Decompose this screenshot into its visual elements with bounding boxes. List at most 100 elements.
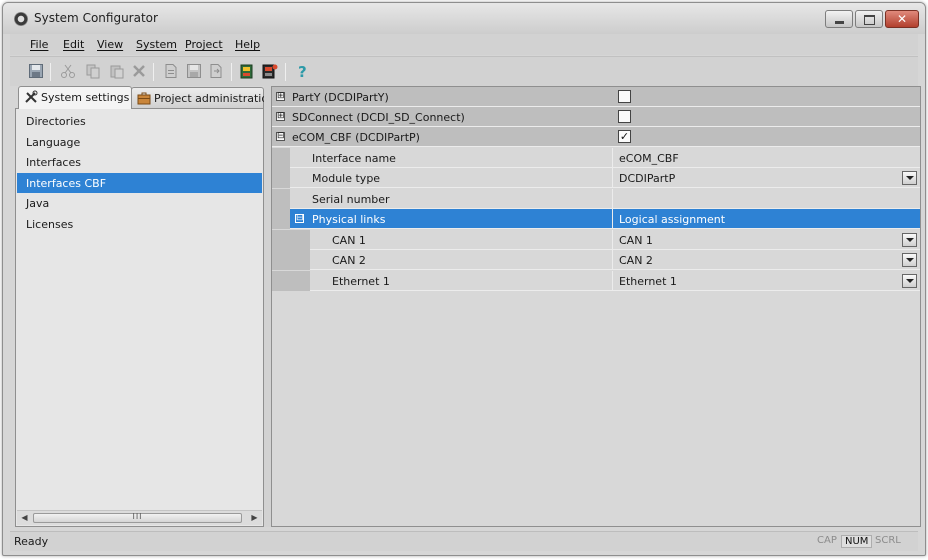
property-label: CAN 1 — [332, 234, 366, 247]
menu-edit[interactable]: Edit — [63, 38, 84, 51]
property-label: Serial number — [312, 193, 390, 206]
collapse-icon[interactable]: ⊟ — [295, 214, 304, 223]
scrollbar-grip: III — [132, 512, 143, 521]
status-bar: Ready CAP NUM SCRL — [10, 531, 918, 551]
can-1-value[interactable]: CAN 1 — [612, 230, 920, 250]
interface-name-value[interactable]: eCOM_CBF — [612, 148, 920, 168]
app-window: System Configurator ✕ File Edit View Sys… — [2, 2, 926, 556]
import-icon[interactable] — [240, 63, 256, 79]
minimize-button[interactable] — [825, 10, 853, 28]
paste-icon[interactable] — [109, 63, 125, 79]
list-item-language[interactable]: Language — [17, 132, 262, 152]
caps-lock-indicator: CAP — [817, 535, 837, 546]
chevron-down-icon[interactable] — [902, 253, 917, 267]
physical-links-value: Logical assignment — [612, 209, 920, 229]
toolbar-separator — [153, 63, 154, 81]
grid-row-can-2[interactable]: CAN 2 CAN 2 — [272, 250, 920, 270]
scrollbar-thumb[interactable]: III — [33, 512, 242, 523]
serial-number-value[interactable] — [612, 189, 920, 209]
grid-row-sdconnect[interactable]: ⊞ SDConnect (DCDI_SD_Connect) — [272, 107, 920, 127]
can-2-value[interactable]: CAN 2 — [612, 250, 920, 270]
row-indent — [290, 230, 310, 250]
module-type-value[interactable]: DCDIPartP — [612, 168, 920, 188]
cut-icon[interactable] — [60, 63, 76, 79]
close-button[interactable]: ✕ — [885, 10, 919, 28]
row-gutter — [272, 168, 290, 188]
briefcase-icon — [137, 91, 151, 105]
horizontal-scrollbar[interactable]: ◀ III ▶ — [17, 510, 262, 525]
collapse-icon[interactable]: ⊟ — [276, 132, 285, 141]
settings-list: Directories Language Interfaces Interfac… — [15, 108, 264, 527]
property-grid: ⊞ PartY (DCDIPartY) ⊞ SDConnect (DCDI_SD… — [271, 86, 921, 527]
chevron-down-icon[interactable] — [902, 274, 917, 288]
ecom-cbf-checkbox[interactable]: ✓ — [618, 130, 631, 143]
list-item-java[interactable]: Java — [17, 193, 262, 213]
row-gutter — [272, 189, 290, 209]
new-icon[interactable] — [163, 63, 179, 79]
list-item-licenses[interactable]: Licenses — [17, 214, 262, 234]
expand-icon[interactable]: ⊞ — [276, 92, 285, 101]
row-label: eCOM_CBF (DCDIPartP) — [292, 131, 420, 144]
list-item-interfaces-cbf[interactable]: Interfaces CBF — [17, 173, 262, 193]
party-checkbox[interactable] — [618, 90, 631, 103]
menu-help[interactable]: Help — [235, 38, 260, 51]
panel-splitter[interactable] — [264, 86, 271, 527]
grid-row-ethernet-1[interactable]: Ethernet 1 Ethernet 1 — [272, 271, 920, 291]
tab-system-settings[interactable]: System settings — [18, 86, 132, 109]
scroll-lock-indicator: SCRL — [875, 535, 901, 546]
sdconnect-checkbox[interactable] — [618, 110, 631, 123]
list-item-directories[interactable]: Directories — [17, 111, 262, 131]
app-gear-icon — [14, 12, 28, 26]
property-label: Physical links — [312, 213, 386, 226]
property-label: Interface name — [312, 152, 396, 165]
toolbar-separator — [231, 63, 232, 81]
maximize-button[interactable] — [855, 10, 883, 28]
tab-project-administration[interactable]: Project administration — [131, 87, 275, 108]
row-gutter — [272, 230, 290, 250]
grid-row-party[interactable]: ⊞ PartY (DCDIPartY) — [272, 87, 920, 107]
tab-system-settings-label: System settings — [41, 91, 130, 104]
row-gutter — [272, 148, 290, 168]
export-icon[interactable] — [208, 63, 224, 79]
grid-row-ecom-cbf[interactable]: ⊟ eCOM_CBF (DCDIPartP) ✓ — [272, 127, 920, 147]
property-label: CAN 2 — [332, 254, 366, 267]
scroll-left-icon[interactable]: ◀ — [17, 511, 32, 525]
row-gutter — [272, 271, 290, 291]
menu-project[interactable]: Project — [185, 38, 223, 51]
scroll-right-icon[interactable]: ▶ — [247, 511, 262, 525]
grid-row-module-type[interactable]: Module type DCDIPartP — [272, 168, 920, 188]
left-panel: System settings Project administration D… — [15, 86, 275, 527]
menu-system[interactable]: System — [136, 38, 177, 51]
chevron-down-icon[interactable] — [902, 233, 917, 247]
toolbar-separator — [50, 63, 51, 81]
tab-project-administration-label: Project administration — [154, 92, 276, 105]
menu-file[interactable]: File — [30, 38, 48, 51]
svg-text:?: ? — [298, 63, 307, 79]
row-indent — [290, 271, 310, 291]
download-icon[interactable] — [262, 63, 278, 79]
menu-bar: File Edit View System Project Help — [10, 34, 918, 55]
grid-row-physical-links[interactable]: ⊟ Physical links Logical assignment — [272, 209, 920, 229]
chevron-down-icon[interactable] — [902, 171, 917, 185]
save-icon[interactable] — [28, 63, 44, 79]
expand-icon[interactable]: ⊞ — [276, 112, 285, 121]
close-icon: ✕ — [896, 12, 908, 26]
tools-icon — [24, 90, 38, 104]
delete-icon[interactable] — [131, 63, 147, 79]
menu-view[interactable]: View — [97, 38, 123, 51]
title-bar[interactable]: System Configurator ✕ — [3, 3, 925, 34]
toolbar: ? — [10, 56, 918, 86]
row-label: SDConnect (DCDI_SD_Connect) — [292, 111, 465, 124]
status-text: Ready — [14, 535, 49, 548]
row-label: PartY (DCDIPartY) — [292, 91, 389, 104]
help-icon[interactable]: ? — [295, 63, 311, 81]
grid-row-interface-name[interactable]: Interface name eCOM_CBF — [272, 148, 920, 168]
row-gutter — [272, 209, 290, 229]
ethernet-1-value[interactable]: Ethernet 1 — [612, 271, 920, 291]
grid-row-serial-number[interactable]: Serial number — [272, 189, 920, 209]
row-gutter — [272, 250, 290, 270]
list-item-interfaces[interactable]: Interfaces — [17, 152, 262, 172]
copy-icon[interactable] — [85, 63, 101, 79]
save-as-icon[interactable] — [186, 63, 202, 79]
grid-row-can-1[interactable]: CAN 1 CAN 1 — [272, 230, 920, 250]
